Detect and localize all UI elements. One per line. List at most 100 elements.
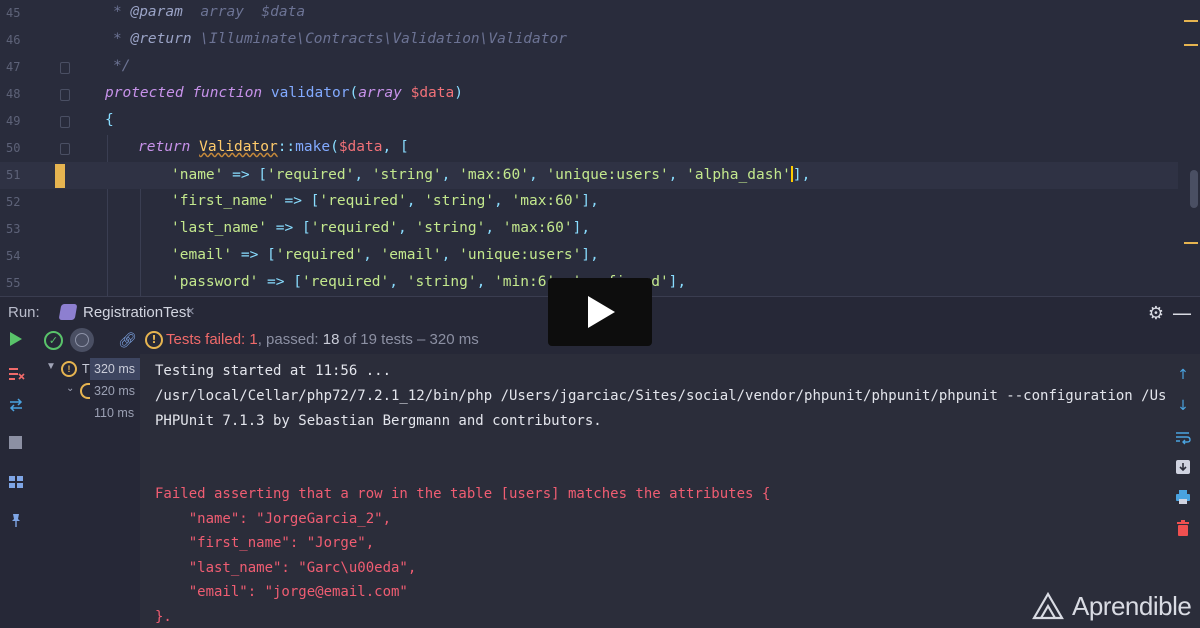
gear-icon[interactable]: ⚙	[1148, 303, 1164, 324]
code-punctuation: ],	[572, 220, 591, 236]
line-number: 50	[6, 141, 21, 155]
code-punctuation: ,	[363, 247, 381, 263]
validation-rule: 'required'	[275, 247, 364, 263]
ignored-tests-icon[interactable]	[70, 328, 94, 352]
code-punctuation: ,	[441, 247, 460, 263]
code-punctuation: => [	[267, 220, 311, 236]
test-tree-leaf[interactable]: 110 ms	[32, 402, 140, 424]
code-punctuation: ],	[581, 193, 599, 209]
code-line: 48 protected function validator(array $d…	[6, 85, 463, 101]
console-output[interactable]: Testing started at 11:56 ... /usr/local/…	[140, 354, 1166, 628]
code-punctuation: ,	[494, 193, 512, 209]
code-line: 46 * @return \Illuminate\Contracts\Valid…	[6, 31, 567, 47]
chevron-down-icon[interactable]: ⌄	[66, 383, 74, 394]
aprendible-logo	[1032, 591, 1064, 620]
swap-icon[interactable]	[9, 398, 23, 412]
arrow-up-icon[interactable]: ↑	[1175, 367, 1191, 383]
error-stripe-marker[interactable]	[1184, 44, 1198, 46]
console-error-line: "last_name": "Garc\u00eda",	[155, 560, 417, 576]
code-punctuation: ,	[441, 167, 460, 183]
fold-icon[interactable]	[60, 62, 70, 74]
line-number: 53	[6, 222, 21, 236]
link-icon[interactable]: 🔗︎	[118, 331, 137, 349]
stop-icon[interactable]	[9, 436, 22, 449]
code-line: 53 'last_name' => ['required', 'string',…	[0, 216, 1178, 243]
validation-rule: 'required'	[267, 167, 355, 183]
console-error-line: "first_name": "Jorge",	[155, 535, 375, 551]
tab-label: RegistrationTest	[83, 304, 191, 321]
line-number: 46	[6, 33, 21, 47]
change-marker	[55, 164, 65, 188]
array-key: 'last_name'	[171, 220, 268, 236]
code-line: 52 'first_name' => ['required', 'string'…	[0, 189, 1178, 216]
stop-failed-icon[interactable]	[9, 367, 25, 381]
scroll-thumb[interactable]	[1190, 170, 1198, 208]
validation-rule: 'unique:users'	[546, 167, 669, 183]
console-error-line: "email": "jorge@email.com"	[155, 584, 408, 600]
brand-watermark: Aprendible	[1032, 588, 1192, 622]
video-play-button[interactable]	[548, 278, 652, 346]
code-punctuation: => [	[223, 167, 268, 183]
line-number: 54	[6, 249, 21, 263]
check-circle-icon[interactable]: ✓	[44, 331, 63, 350]
array-key: 'name'	[171, 167, 224, 183]
test-tree-root-time: 320 ms	[90, 358, 140, 380]
play-overlay-icon	[588, 296, 615, 328]
code-line: 54 'email' => ['required', 'email', 'uni…	[0, 243, 1178, 270]
code-punctuation: ,	[668, 167, 687, 183]
soft-wrap-icon[interactable]	[1175, 429, 1191, 445]
chevron-down-icon[interactable]: ▼	[46, 361, 56, 372]
warning-icon: !	[61, 361, 77, 377]
test-status: Tests failed: 1, passed: 18 of 19 tests …	[166, 331, 479, 348]
array-key: 'password'	[171, 274, 259, 290]
tab-registration-test[interactable]: RegistrationTest ×	[56, 297, 204, 329]
editor-scrollbar[interactable]	[1178, 0, 1200, 296]
code-line: 50 return Validator::make($data, [	[6, 139, 409, 155]
code-line: 45 * @param array $data	[6, 4, 306, 20]
array-key: 'first_name'	[171, 193, 276, 209]
pin-icon[interactable]	[9, 513, 23, 527]
code-punctuation: => [	[258, 274, 302, 290]
validation-rule: 'unique:users'	[459, 247, 582, 263]
fold-icon[interactable]	[60, 143, 70, 155]
array-key: 'email'	[171, 247, 233, 263]
line-number: 45	[6, 6, 21, 20]
rerun-icon[interactable]	[10, 332, 22, 346]
fold-icon[interactable]	[60, 89, 70, 101]
validation-rule: 'min:6'	[494, 274, 556, 290]
scroll-to-end-icon[interactable]	[1175, 459, 1191, 475]
minimize-icon[interactable]: —	[1172, 301, 1192, 325]
code-punctuation: ,	[354, 167, 372, 183]
error-stripe-marker[interactable]	[1184, 20, 1198, 22]
validation-rule: 'required'	[319, 193, 407, 209]
fold-icon[interactable]	[60, 116, 70, 128]
close-icon[interactable]: ×	[186, 303, 195, 320]
arrow-down-icon[interactable]: ↓	[1175, 398, 1191, 414]
code-punctuation: ],	[668, 274, 687, 290]
trash-icon[interactable]	[1175, 520, 1191, 536]
line-number: 47	[6, 60, 21, 74]
validation-rule: 'alpha_dash'	[686, 167, 791, 183]
console-error-line: }.	[155, 609, 172, 625]
code-punctuation: ,	[406, 193, 425, 209]
test-tree[interactable]: ▼ ! T 320 ms ⌄ 320 ms 110 ms	[32, 354, 140, 628]
validation-rule: 'required'	[301, 274, 390, 290]
console-toolbar: ↑ ↓	[1166, 354, 1200, 628]
brand-name: Aprendible	[1072, 591, 1192, 621]
console-error-line: "name": "JorgeGarcia_2",	[155, 511, 392, 527]
layout-icon[interactable]	[9, 475, 23, 489]
test-tree-child[interactable]: ⌄ 320 ms	[32, 380, 140, 402]
run-label: Run:	[8, 304, 40, 321]
console-error-line: Failed asserting that a row in the table…	[155, 486, 771, 502]
error-stripe-marker[interactable]	[1184, 242, 1198, 244]
print-icon[interactable]	[1175, 489, 1191, 505]
code-punctuation: => [	[232, 247, 276, 263]
console-line: /usr/local/Cellar/php72/7.2.1_12/bin/php…	[155, 388, 1166, 404]
code-line: 47 */	[6, 58, 131, 74]
run-side-toolbar	[0, 354, 32, 628]
validation-rule: 'string'	[371, 167, 442, 183]
code-editor[interactable]: 45 * @param array $data 46 * @return \Il…	[0, 0, 1200, 296]
validation-rule: 'email'	[380, 247, 442, 263]
validation-rule: 'max:60'	[502, 220, 573, 236]
code-punctuation: ,	[485, 220, 503, 236]
